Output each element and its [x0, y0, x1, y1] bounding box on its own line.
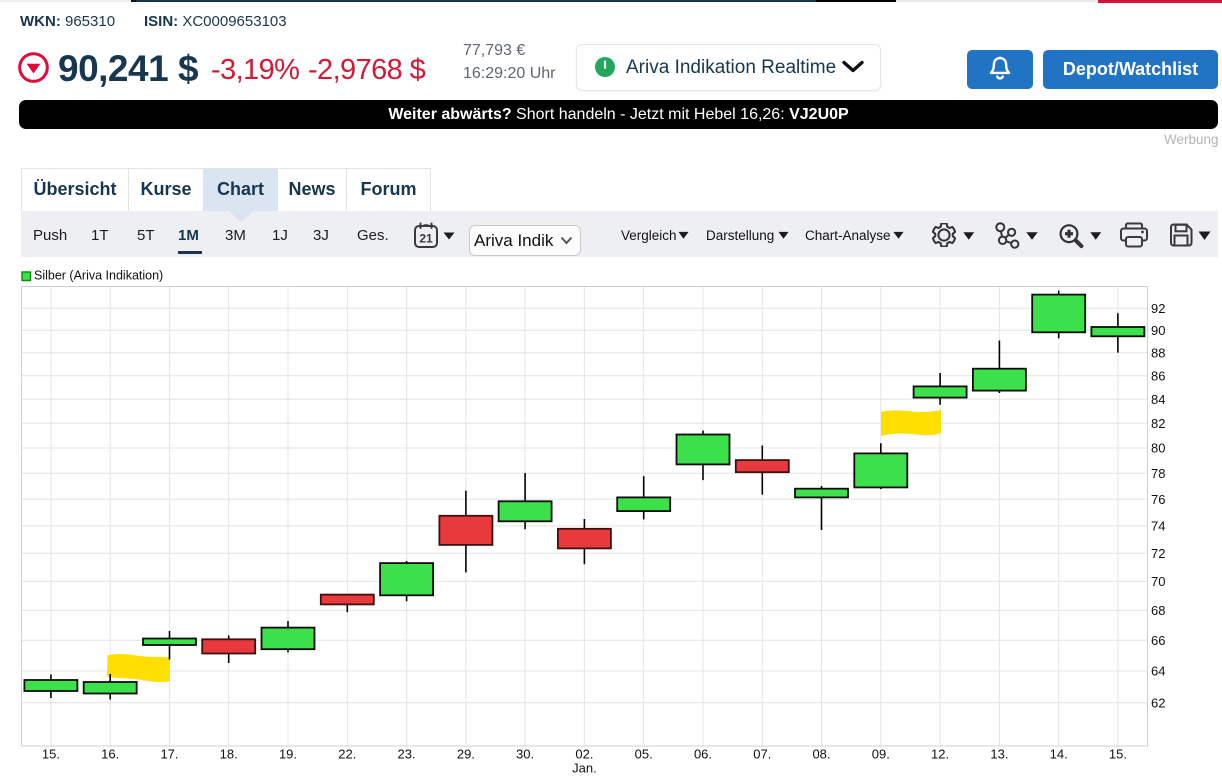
- svg-text:15.: 15.: [1109, 747, 1127, 762]
- svg-text:84: 84: [1151, 392, 1165, 407]
- svg-text:80: 80: [1151, 441, 1165, 456]
- svg-text:92: 92: [1151, 301, 1165, 316]
- svg-text:30.: 30.: [516, 747, 534, 762]
- svg-text:18.: 18.: [220, 747, 238, 762]
- svg-text:12.: 12.: [931, 747, 949, 762]
- svg-text:09.: 09.: [872, 747, 890, 762]
- svg-text:72: 72: [1151, 546, 1165, 561]
- svg-text:90: 90: [1151, 323, 1165, 338]
- svg-text:68: 68: [1151, 603, 1165, 618]
- svg-text:70: 70: [1151, 574, 1165, 589]
- svg-text:64: 64: [1151, 664, 1165, 679]
- svg-text:16.: 16.: [101, 747, 119, 762]
- svg-text:05.: 05.: [635, 747, 653, 762]
- svg-text:19.: 19.: [279, 747, 297, 762]
- svg-text:17.: 17.: [160, 747, 178, 762]
- svg-text:21: 21: [419, 232, 433, 246]
- svg-text:07.: 07.: [753, 747, 771, 762]
- svg-text:22.: 22.: [338, 747, 356, 762]
- svg-text:66: 66: [1151, 633, 1165, 648]
- svg-text:Silber (Ariva Indikation): Silber (Ariva Indikation): [34, 269, 163, 283]
- svg-text:06.: 06.: [694, 747, 712, 762]
- svg-text:86: 86: [1151, 368, 1165, 383]
- svg-text:82: 82: [1151, 416, 1165, 431]
- svg-text:02.: 02.: [575, 747, 593, 762]
- svg-text:14.: 14.: [1050, 747, 1068, 762]
- svg-text:88: 88: [1151, 345, 1165, 360]
- svg-text:15.: 15.: [42, 747, 60, 762]
- svg-text:76: 76: [1151, 492, 1165, 507]
- svg-text:29.: 29.: [457, 747, 475, 762]
- svg-text:13.: 13.: [990, 747, 1008, 762]
- svg-text:Jan.: Jan.: [572, 761, 597, 776]
- svg-text:74: 74: [1151, 519, 1165, 534]
- svg-text:62: 62: [1151, 695, 1165, 710]
- svg-text:08.: 08.: [812, 747, 830, 762]
- svg-text:23.: 23.: [398, 747, 416, 762]
- svg-text:78: 78: [1151, 466, 1165, 481]
